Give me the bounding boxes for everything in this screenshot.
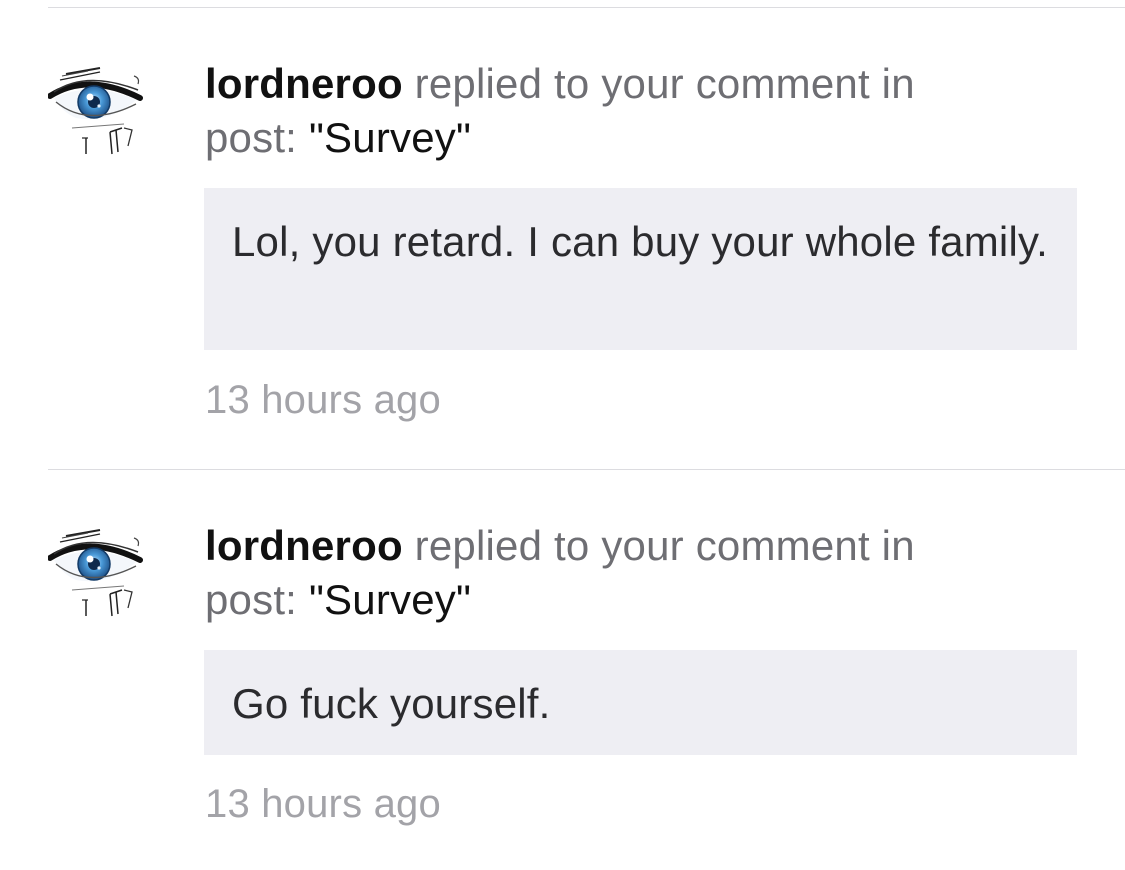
post-title-link[interactable]: "Survey" [309,576,471,623]
timestamp: 13 hours ago [205,782,441,826]
action-text: replied to your comment in [414,60,915,107]
reply-text: Go fuck yourself. [232,680,551,727]
reply-text: Lol, you retard. I can buy your whole fa… [232,218,1048,265]
notification-headline: lordneroo replied to your comment in pos… [205,519,1005,627]
post-prefix: post: [205,114,298,161]
reply-quote[interactable]: Lol, you retard. I can buy your whole fa… [204,188,1077,350]
eye-avatar-icon[interactable] [48,520,148,620]
username-link[interactable]: lordneroo [205,60,403,107]
timestamp: 13 hours ago [205,378,441,422]
reply-quote[interactable]: Go fuck yourself. [204,650,1077,755]
divider [48,469,1125,470]
divider [48,7,1125,8]
post-title-link[interactable]: "Survey" [309,114,471,161]
username-link[interactable]: lordneroo [205,522,403,569]
action-text: replied to your comment in [414,522,915,569]
post-prefix: post: [205,576,298,623]
eye-avatar-icon[interactable] [48,58,148,158]
notification-headline: lordneroo replied to your comment in pos… [205,57,1005,165]
